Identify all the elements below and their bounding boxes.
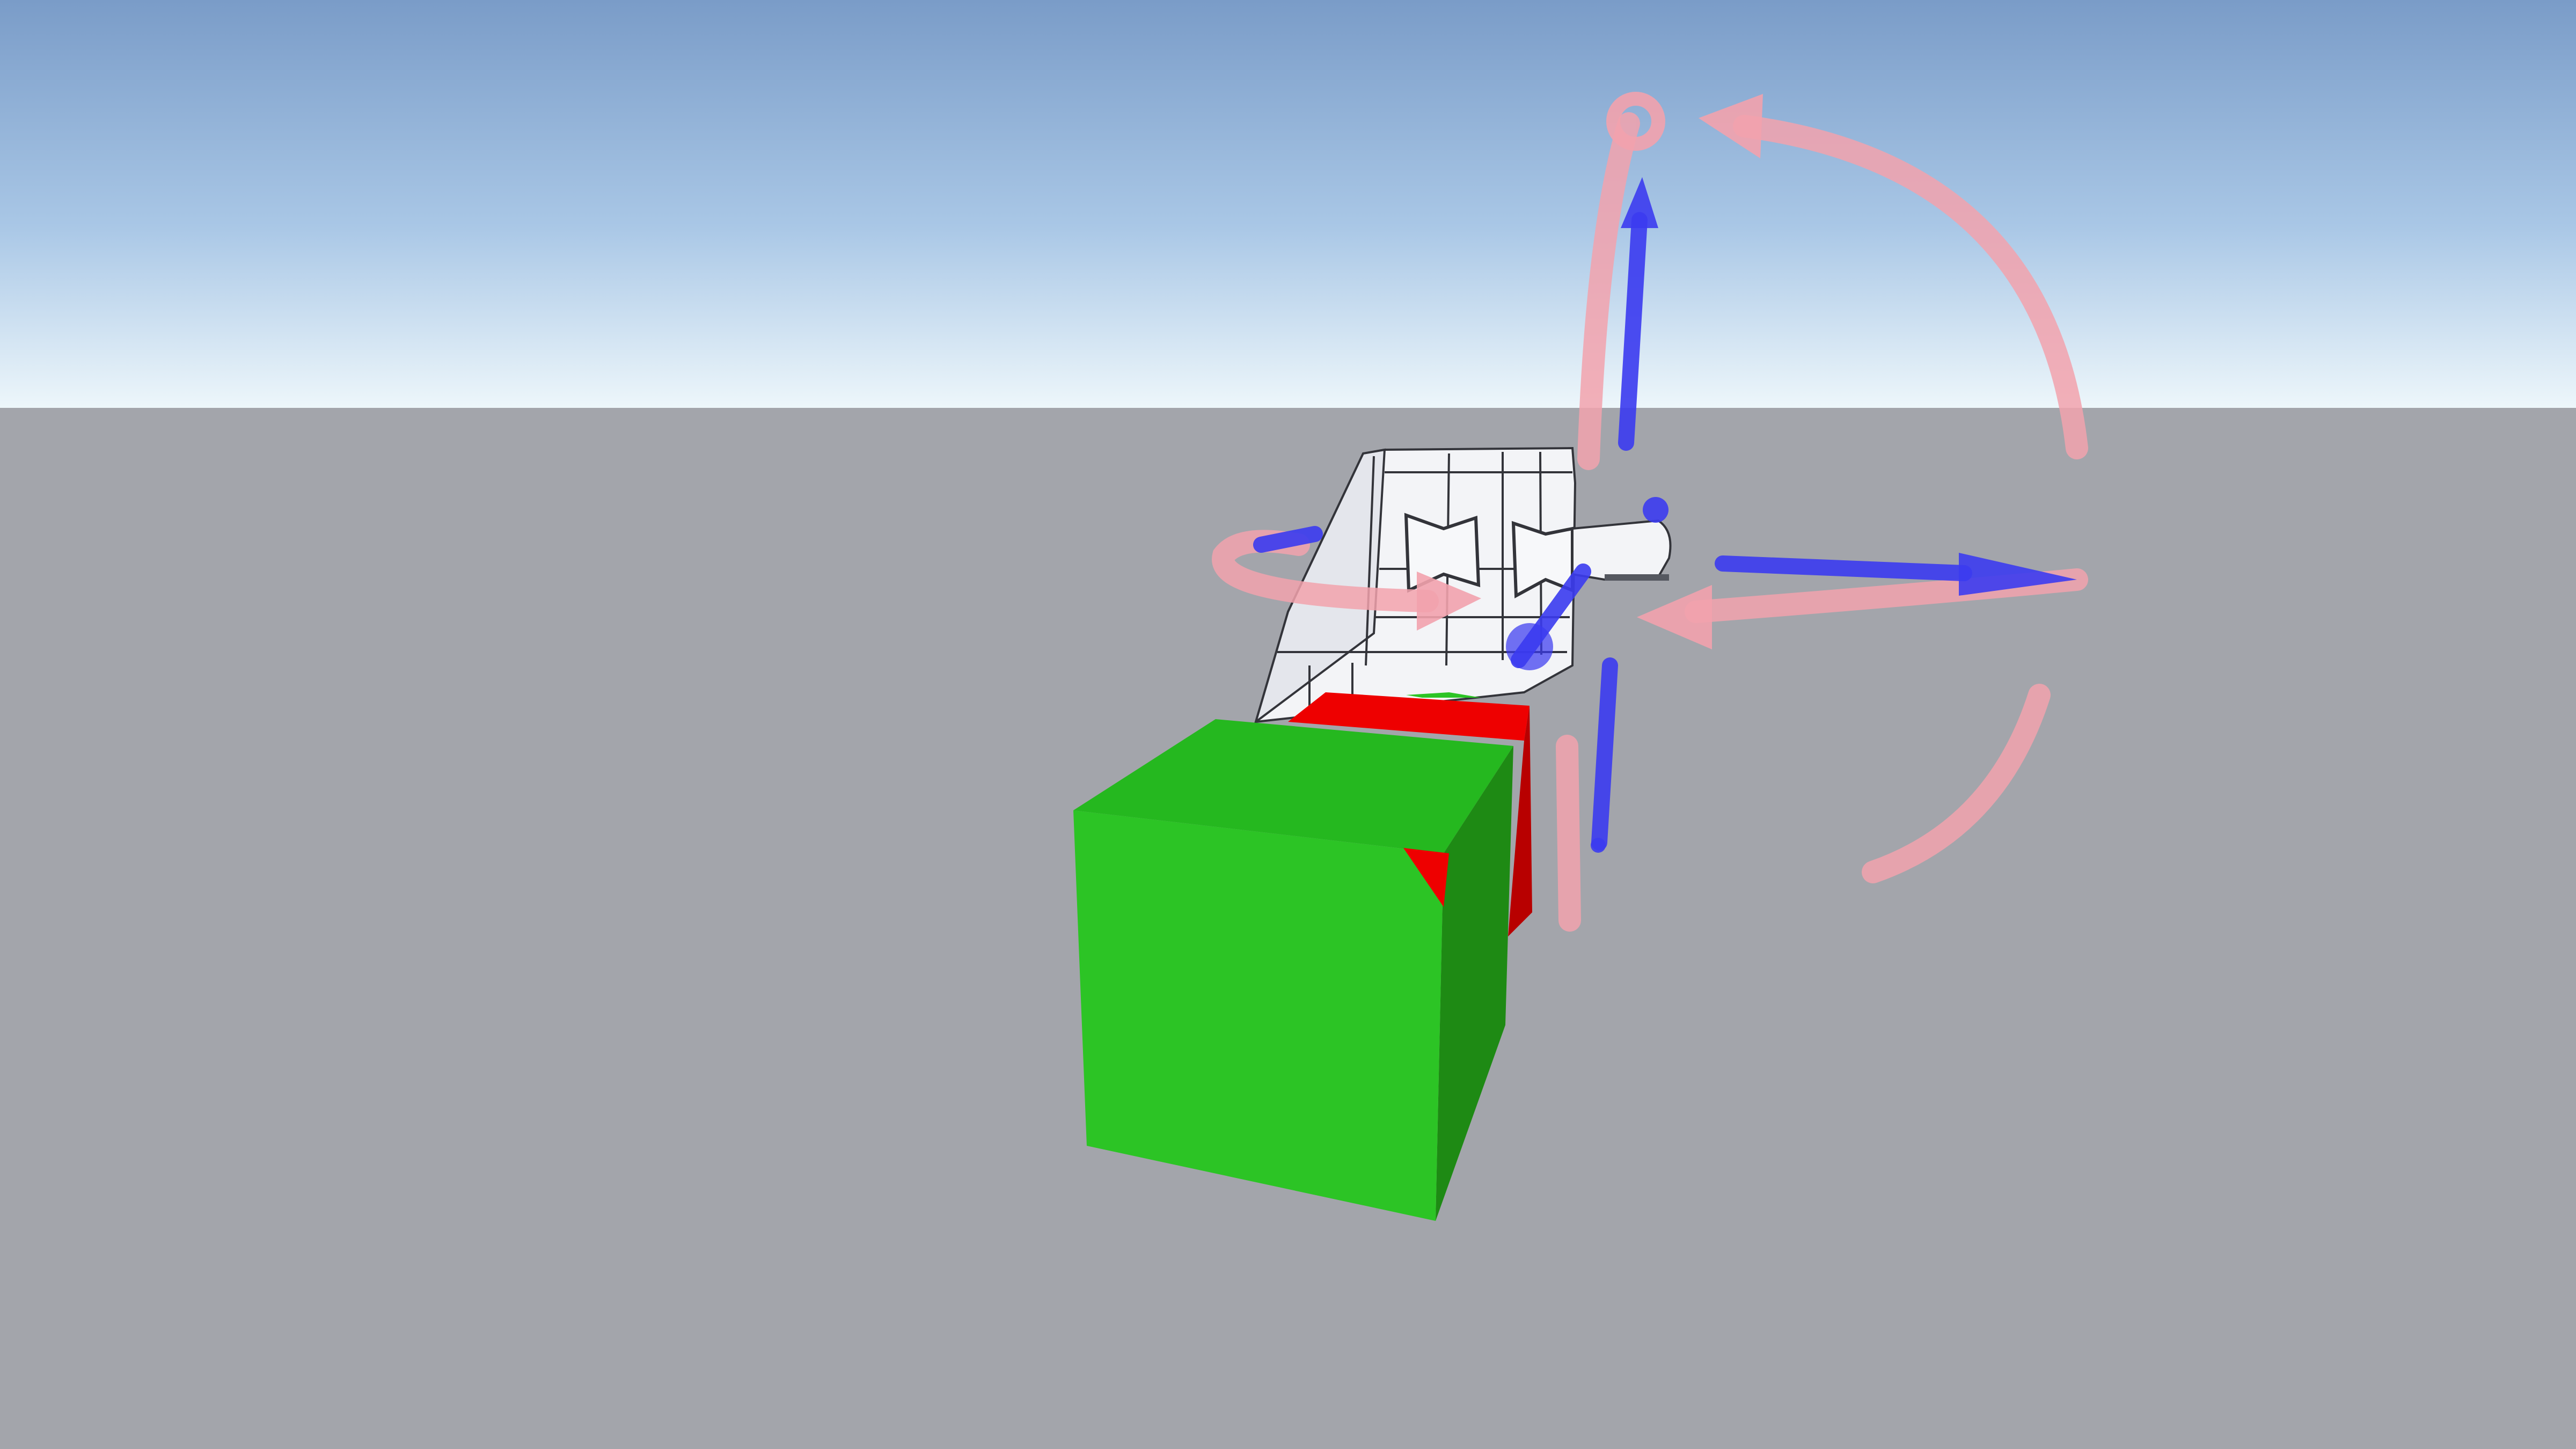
axis-negative-vertical-tip bbox=[1591, 838, 1606, 853]
scene-canvas[interactable] bbox=[0, 0, 2576, 1449]
sky bbox=[0, 0, 2576, 411]
rotate-ring-arc-bottom-left[interactable] bbox=[1556, 735, 1581, 932]
white-model-attachment-shadow bbox=[1605, 574, 1669, 581]
scene-viewport[interactable] bbox=[0, 0, 2576, 1449]
axis-negative-horizontal[interactable] bbox=[1253, 526, 1323, 553]
axis-horizontal-shaft[interactable] bbox=[1715, 555, 1972, 581]
green-cube[interactable] bbox=[1073, 719, 1513, 1221]
axis-center-handle[interactable] bbox=[1506, 623, 1553, 670]
axis-negative-vertical[interactable] bbox=[1591, 657, 1618, 851]
axis-depth-handle[interactable] bbox=[1643, 497, 1668, 523]
